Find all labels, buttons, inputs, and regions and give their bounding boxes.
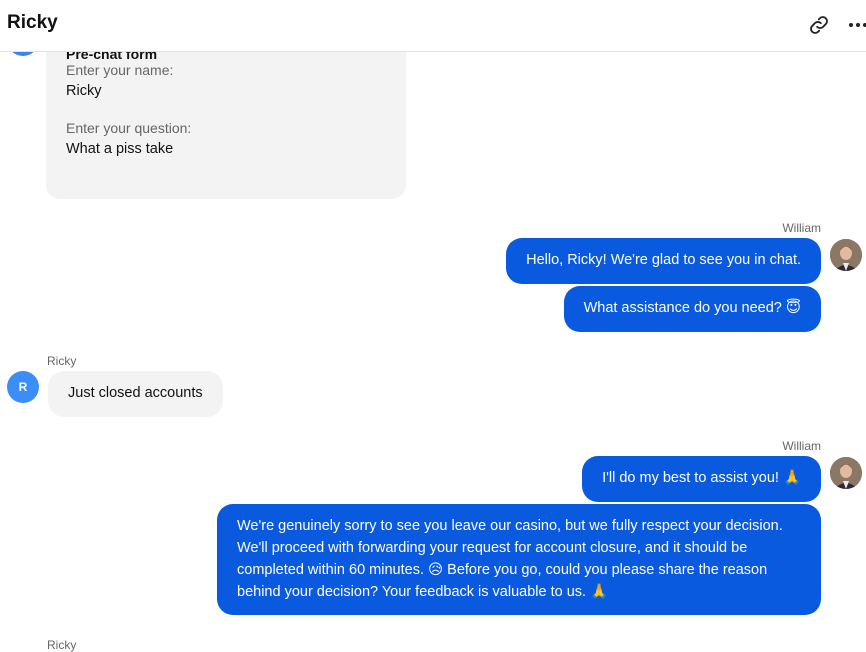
link-icon[interactable] (808, 14, 830, 36)
agent-avatar (830, 239, 862, 271)
chat-header: Ricky (0, 0, 866, 52)
chat-transcript[interactable]: Pre-chat form Enter your name: Ricky Ent… (0, 52, 866, 652)
more-horizontal-icon[interactable] (848, 14, 866, 36)
agent-message-bubble: Hello, Ricky! We're glad to see you in c… (506, 238, 821, 284)
sender-name: Ricky (47, 638, 77, 652)
agent-photo-icon (830, 239, 862, 271)
form-field-value: What a piss take (66, 141, 174, 157)
pre-chat-form-card: Pre-chat form Enter your name: Ricky Ent… (46, 52, 406, 199)
sender-name: William (782, 439, 821, 453)
form-field-label: Enter your question: (66, 120, 192, 136)
visitor-message-bubble: Just closed accounts (48, 371, 223, 417)
agent-message-bubble: What assistance do you need? 😇 (563, 286, 821, 332)
form-field-value: Ricky (66, 83, 102, 99)
form-field-label: Enter your name: (66, 62, 174, 78)
agent-avatar (830, 457, 862, 489)
agent-photo-icon (830, 457, 862, 489)
agent-message-bubble: We're genuinely sorry to see you leave o… (217, 504, 821, 615)
sender-name: William (782, 221, 821, 235)
sender-name: Ricky (47, 354, 77, 368)
visitor-avatar-partial (7, 52, 39, 56)
pre-chat-form-title: Pre-chat form (66, 52, 158, 62)
agent-message-bubble: I'll do my best to assist you! 🙏 (582, 456, 821, 502)
chat-title: Ricky (7, 12, 58, 33)
visitor-avatar: R (7, 371, 39, 403)
